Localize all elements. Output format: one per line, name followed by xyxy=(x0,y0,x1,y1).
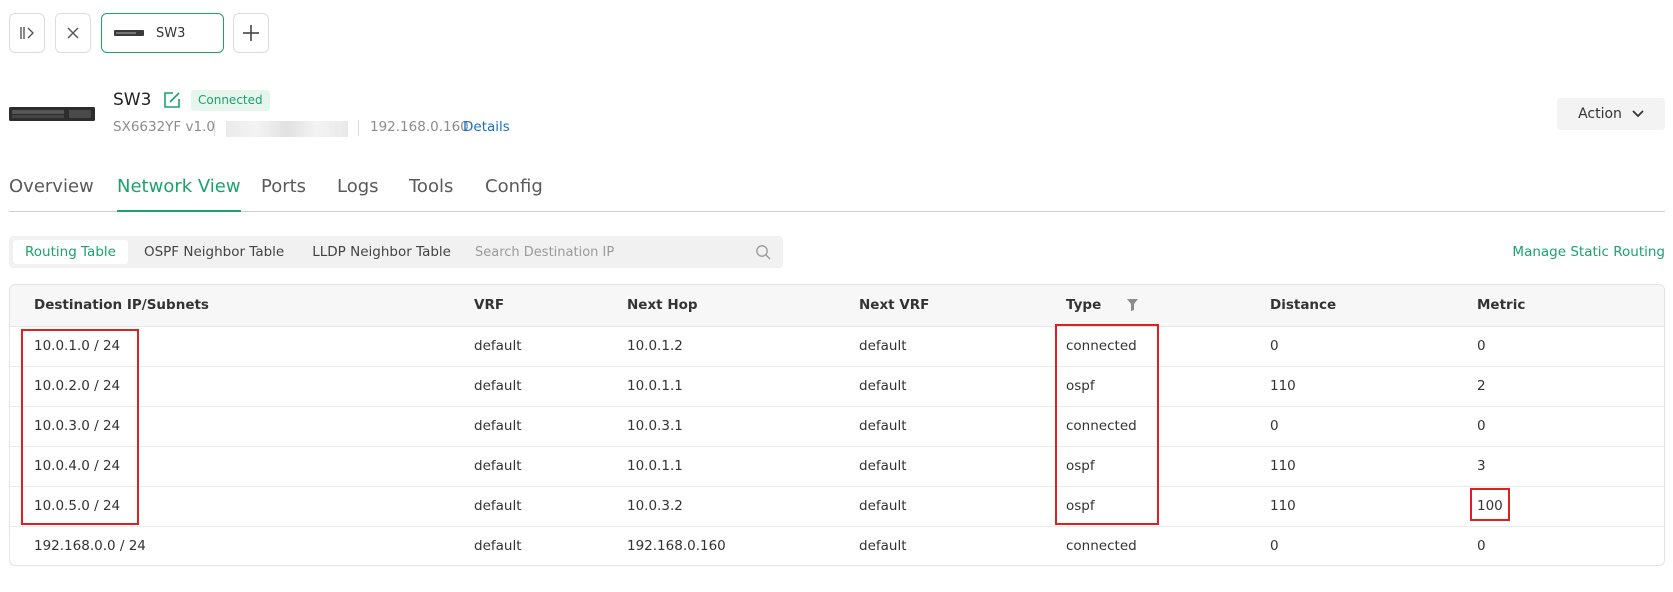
cell-vrf: default xyxy=(474,538,522,555)
device-tab-label: SW3 xyxy=(156,25,186,41)
cell-metric: 100 xyxy=(1453,486,1664,527)
cell-type: connected xyxy=(1042,326,1246,367)
cell-metric: 3 xyxy=(1453,446,1664,487)
details-link[interactable]: Details xyxy=(463,119,510,135)
cell-vrf: default xyxy=(450,406,603,447)
cell-distance: 110 xyxy=(1246,366,1453,407)
cell-distance: 110 xyxy=(1246,446,1453,487)
chevron-down-icon xyxy=(1632,110,1644,118)
tab-ports[interactable]: Ports xyxy=(261,176,306,212)
table-row: 10.0.3.0 / 24 default 10.0.3.1 default c… xyxy=(10,406,1664,447)
tab-routing-table[interactable]: Routing Table xyxy=(13,240,128,264)
cell-destination: 192.168.0.0 / 24 xyxy=(34,538,146,555)
table-switcher: Routing Table OSPF Neighbor Table LLDP N… xyxy=(9,236,467,268)
cell-vrf: default xyxy=(450,326,603,367)
manage-static-routing-link[interactable]: Manage Static Routing xyxy=(1512,244,1665,260)
cell-destination: 10.0.1.0 / 24 xyxy=(10,326,450,367)
switch-device-icon xyxy=(114,30,144,36)
cell-distance: 0 xyxy=(1246,326,1453,367)
table-row: 10.0.4.0 / 24 default 10.0.1.1 default o… xyxy=(10,446,1664,487)
tab-logs[interactable]: Logs xyxy=(337,176,379,212)
edit-icon[interactable] xyxy=(162,90,182,110)
cell-destination: 10.0.5.0 / 24 xyxy=(10,486,450,527)
cell-distance: 110 xyxy=(1246,486,1453,527)
cell-destination: 10.0.3.0 / 24 xyxy=(10,406,450,447)
cell-metric: 0 xyxy=(1453,406,1664,447)
main-tabs: Overview Network View Ports Logs Tools C… xyxy=(9,176,1665,212)
search-icon[interactable] xyxy=(755,244,771,260)
cell-next-hop: 10.0.1.1 xyxy=(603,446,835,487)
close-icon xyxy=(67,27,79,39)
col-distance: Distance xyxy=(1246,285,1453,327)
cell-next-vrf: default xyxy=(859,538,907,555)
routing-table: Destination IP/Subnets VRF Next Hop Next… xyxy=(9,284,1665,566)
cell-vrf: default xyxy=(450,486,603,527)
col-next-hop: Next Hop xyxy=(603,285,835,327)
tab-tools[interactable]: Tools xyxy=(409,176,453,212)
filter-icon[interactable] xyxy=(1127,299,1139,312)
cell-destination: 10.0.4.0 / 24 xyxy=(10,446,450,487)
cell-type: ospf xyxy=(1042,486,1246,527)
cell-next-vrf: default xyxy=(835,486,1042,527)
collapse-panel-button[interactable] xyxy=(9,13,45,53)
cell-vrf: default xyxy=(450,446,603,487)
cell-next-vrf: default xyxy=(835,366,1042,407)
cell-type: ospf xyxy=(1042,446,1246,487)
cell-next-hop: 192.168.0.160 xyxy=(627,538,726,555)
search-box xyxy=(463,236,783,268)
add-tab-button[interactable] xyxy=(233,13,269,53)
col-destination: Destination IP/Subnets xyxy=(10,285,450,327)
table-row: 10.0.2.0 / 24 default 10.0.1.1 default o… xyxy=(10,366,1664,407)
search-input[interactable] xyxy=(475,244,735,260)
cell-next-vrf: default xyxy=(835,406,1042,447)
col-next-vrf: Next VRF xyxy=(835,285,1042,327)
device-model: SX6632YF v1.0 xyxy=(113,119,215,135)
redacted-mac-address xyxy=(226,121,348,137)
close-button[interactable] xyxy=(55,13,91,53)
cell-type: ospf xyxy=(1042,366,1246,407)
action-dropdown-button[interactable]: Action xyxy=(1557,98,1665,130)
col-metric: Metric xyxy=(1453,285,1664,327)
cell-distance: 0 xyxy=(1270,538,1279,555)
cell-distance: 0 xyxy=(1246,406,1453,447)
cell-next-hop: 10.0.3.1 xyxy=(603,406,835,447)
cell-type: connected xyxy=(1042,406,1246,447)
tab-network-view[interactable]: Network View xyxy=(117,176,241,212)
status-badge: Connected xyxy=(191,90,270,111)
table-header-row: Destination IP/Subnets VRF Next Hop Next… xyxy=(10,285,1664,327)
tab-overview[interactable]: Overview xyxy=(9,176,94,212)
panel-toggle-icon xyxy=(20,27,34,39)
cell-metric: 0 xyxy=(1477,538,1486,555)
meta-divider xyxy=(358,120,359,136)
device-tab[interactable]: SW3 xyxy=(101,13,224,53)
switch-device-image xyxy=(9,107,95,121)
col-vrf: VRF xyxy=(450,285,603,327)
cell-next-hop: 10.0.1.2 xyxy=(603,326,835,367)
plus-icon xyxy=(243,25,259,41)
tab-lldp-neighbor-table[interactable]: LLDP Neighbor Table xyxy=(300,240,463,264)
col-type: Type xyxy=(1042,285,1246,327)
cell-destination: 10.0.2.0 / 24 xyxy=(10,366,450,407)
device-name: SW3 xyxy=(113,90,152,110)
cell-next-vrf: default xyxy=(835,326,1042,367)
cell-next-hop: 10.0.3.2 xyxy=(603,486,835,527)
table-row: 10.0.5.0 / 24 default 10.0.3.2 default o… xyxy=(10,486,1664,527)
table-row: 192.168.0.0 / 24 default 192.168.0.160 d… xyxy=(10,526,1664,565)
meta-divider xyxy=(214,120,215,136)
action-label: Action xyxy=(1578,106,1622,122)
col-type-label: Type xyxy=(1066,297,1102,314)
tab-config[interactable]: Config xyxy=(485,176,543,212)
cell-metric: 2 xyxy=(1453,366,1664,407)
cell-next-hop: 10.0.1.1 xyxy=(603,366,835,407)
cell-metric: 0 xyxy=(1453,326,1664,367)
cell-vrf: default xyxy=(450,366,603,407)
tab-ospf-neighbor-table[interactable]: OSPF Neighbor Table xyxy=(132,240,296,264)
cell-type: connected xyxy=(1066,538,1137,555)
device-ip: 192.168.0.160 xyxy=(370,119,469,135)
cell-next-vrf: default xyxy=(835,446,1042,487)
table-row: 10.0.1.0 / 24 default 10.0.1.2 default c… xyxy=(10,326,1664,367)
